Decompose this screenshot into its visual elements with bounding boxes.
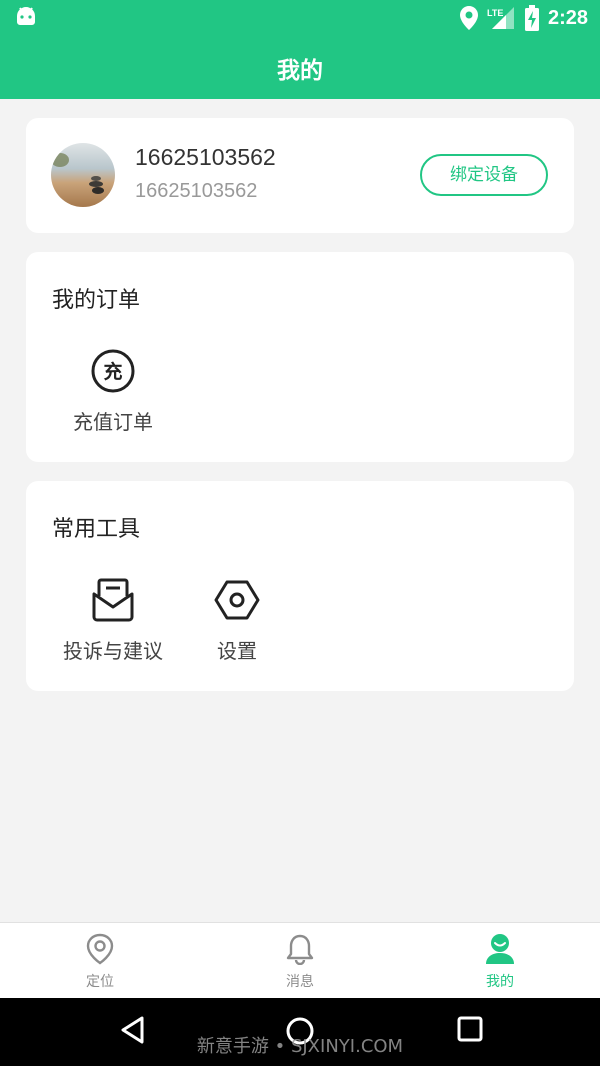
status-icons: LTE 2:28 — [459, 4, 588, 32]
location-pin-icon — [86, 933, 114, 965]
location-icon — [459, 6, 478, 30]
screen: LTE 2:28 我的 16625103562 16625103562 绑定设备… — [0, 0, 600, 1066]
nav-tab-location[interactable]: 定位 — [40, 933, 160, 991]
nav-tab-messages[interactable]: 消息 — [240, 933, 360, 991]
settings-label: 设置 — [217, 639, 257, 663]
feedback-item[interactable]: 投诉与建议 — [56, 577, 170, 664]
tools-title: 常用工具 — [52, 517, 141, 542]
system-nav-bar: 新意手游 • SJXINYI.COM — [0, 998, 600, 1066]
nav-label-messages: 消息 — [286, 974, 314, 990]
watermark: 新意手游 • SJXINYI.COM — [196, 1036, 404, 1057]
svg-text:充: 充 — [103, 360, 122, 383]
orders-title: 我的订单 — [52, 288, 141, 313]
nav-label-mine: 我的 — [486, 974, 514, 990]
nav-tab-mine[interactable]: 我的 — [440, 933, 560, 991]
page-title: 我的 — [277, 58, 323, 84]
user-phone: 16625103562 — [135, 144, 276, 170]
profile-card: 16625103562 16625103562 绑定设备 — [26, 118, 574, 233]
nav-label-location: 定位 — [86, 974, 114, 990]
network-type: LTE — [487, 8, 503, 18]
user-icon — [486, 934, 514, 964]
bind-device-button[interactable]: 绑定设备 — [420, 154, 548, 196]
status-bar: LTE 2:28 — [0, 0, 600, 36]
recharge-icon: 充 — [91, 349, 135, 393]
mail-icon — [92, 578, 134, 622]
feedback-label: 投诉与建议 — [63, 639, 163, 663]
clock: 2:28 — [547, 6, 588, 29]
bell-icon — [286, 934, 314, 966]
signal-icon: LTE — [487, 7, 514, 29]
android-icon — [17, 7, 35, 26]
recharge-orders-label: 充值订单 — [73, 410, 153, 434]
orders-card: 我的订单 充 充值订单 — [26, 252, 574, 462]
recharge-orders-item[interactable]: 充 充值订单 — [62, 348, 164, 435]
title-bar: 我的 — [0, 36, 600, 99]
user-account: 16625103562 — [135, 180, 258, 202]
settings-item[interactable]: 设置 — [196, 577, 278, 664]
bottom-nav: 定位 消息 我的 — [0, 922, 600, 998]
avatar[interactable] — [51, 143, 115, 207]
hexagon-settings-icon — [214, 580, 260, 620]
tools-card: 常用工具 投诉与建议 设置 — [26, 481, 574, 691]
battery-charging-icon — [524, 5, 539, 31]
